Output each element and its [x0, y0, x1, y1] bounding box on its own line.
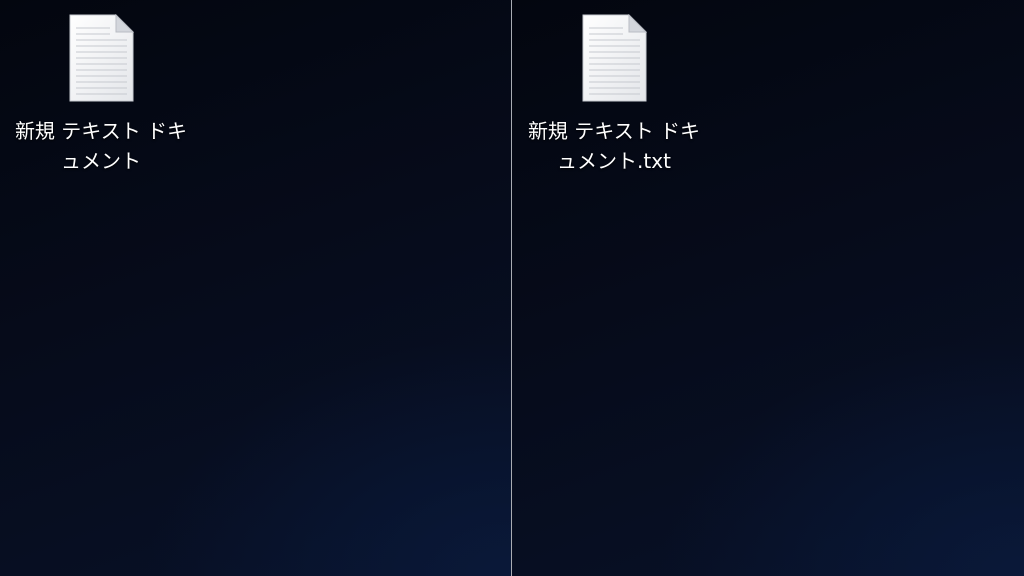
comparison-screen: 新規 テキスト ドキュメント 新規 テキスト ドキュメント.txt — [0, 0, 1024, 576]
document-icon — [69, 14, 134, 102]
file-name-label: 新規 テキスト ドキュメント.txt — [527, 119, 701, 173]
text-document-icon — [582, 14, 647, 102]
desktop-file-icon[interactable]: 新規 テキスト ドキュメント.txt — [522, 14, 706, 176]
desktop-right: 新規 テキスト ドキュメント.txt — [512, 0, 1024, 576]
desktop-left: 新規 テキスト ドキュメント — [0, 0, 511, 576]
desktop-file-icon[interactable]: 新規 テキスト ドキュメント — [9, 14, 193, 176]
file-name-label: 新規 テキスト ドキュメント — [14, 119, 188, 173]
